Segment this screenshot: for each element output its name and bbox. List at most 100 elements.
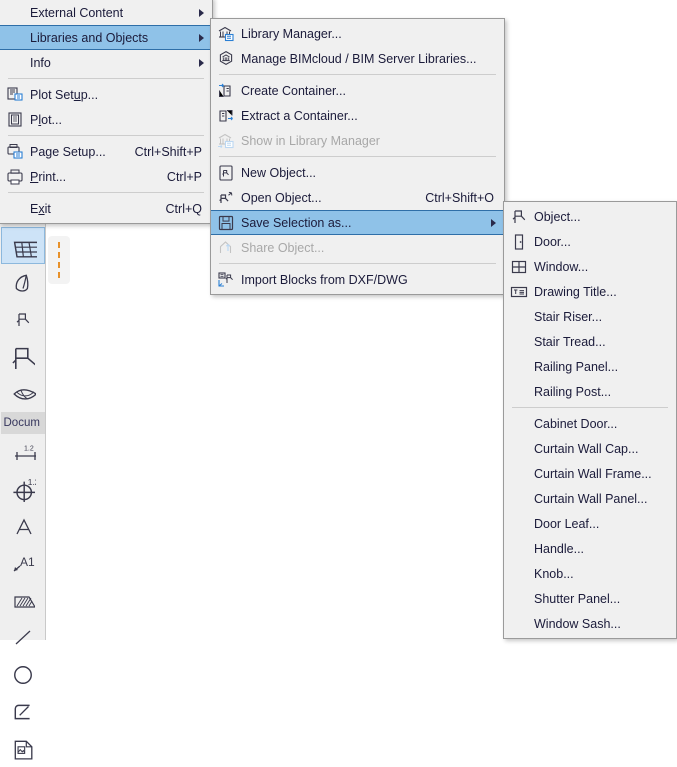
- figure-image-icon: [12, 738, 34, 760]
- menu-item-label: Create Container...: [241, 83, 346, 98]
- menu-item-label: Info: [30, 55, 51, 70]
- menu-item-label: Object...: [534, 209, 581, 224]
- mesh-grid-icon: [9, 234, 37, 258]
- menu-icon-empty: [504, 412, 534, 436]
- menu-item-label: Curtain Wall Panel...: [534, 491, 648, 506]
- menu-item-label: Manage BIMcloud / BIM Server Libraries..…: [241, 51, 477, 66]
- menu-item-manage-bimcloud[interactable]: Manage BIMcloud / BIM Server Libraries..…: [211, 46, 504, 71]
- menu-item-label: Library Manager...: [241, 26, 342, 41]
- menu-item-door-leaf[interactable]: Door Leaf...: [504, 511, 676, 536]
- menu-item-new-object[interactable]: New Object...: [211, 160, 504, 185]
- menu-item-label: Show in Library Manager: [241, 133, 380, 148]
- menu-item-shutter-panel[interactable]: Shutter Panel...: [504, 586, 676, 611]
- morph-icon: [11, 272, 35, 294]
- window-icon: [504, 255, 534, 279]
- menu-item-exit[interactable]: Exit Ctrl+Q: [0, 196, 212, 221]
- menu-icon-empty: [504, 612, 534, 636]
- menu-item-page-setup[interactable]: Page Setup... Ctrl+Shift+P: [0, 139, 212, 164]
- collapsed-palette-handle[interactable]: [48, 236, 70, 284]
- menu-item-curtain-wall-cap[interactable]: Curtain Wall Cap...: [504, 436, 676, 461]
- menu-item-external-content[interactable]: External Content: [0, 0, 212, 25]
- menu-item-label: Cabinet Door...: [534, 416, 618, 431]
- label-a1-icon: A1: [10, 554, 36, 574]
- menu-item-libraries-objects[interactable]: Libraries and Objects: [0, 25, 212, 50]
- menu-item-create-container[interactable]: Create Container...: [211, 78, 504, 103]
- menu-item-save-selection-as[interactable]: Save Selection as...: [211, 210, 504, 235]
- menu-item-label: Print...: [30, 169, 67, 184]
- tool-figure[interactable]: [1, 730, 45, 767]
- menu-separator: [8, 78, 204, 79]
- new-object-icon: [211, 161, 241, 185]
- menu-item-label: Handle...: [534, 541, 585, 556]
- menu-item-library-manager[interactable]: Library Manager...: [211, 21, 504, 46]
- menu-item-label: Railing Panel...: [534, 359, 619, 374]
- open-object-icon: [211, 186, 241, 210]
- tool-roof-surface[interactable]: [1, 375, 45, 412]
- tool-dimension[interactable]: 1.2: [1, 434, 45, 471]
- menu-item-drawing-title[interactable]: Drawing Title...: [504, 279, 676, 304]
- menu-item-info[interactable]: Info: [0, 50, 212, 75]
- menu-item-print[interactable]: Print... Ctrl+P: [0, 164, 212, 189]
- page-setup-icon: [0, 140, 30, 164]
- libraries-and-objects-submenu[interactable]: Library Manager... Manage BIMcloud / BIM …: [210, 18, 505, 295]
- menu-item-object[interactable]: Object...: [504, 204, 676, 229]
- menu-item-label: Save Selection as...: [241, 215, 352, 230]
- plot-setup-icon: [0, 83, 30, 107]
- menu-icon-empty: [504, 587, 534, 611]
- tool-label[interactable]: A1: [1, 545, 45, 582]
- menu-item-plot[interactable]: Plot...: [0, 107, 212, 132]
- menu-item-import-blocks[interactable]: Import Blocks from DXF/DWG: [211, 267, 504, 292]
- menu-item-label: Railing Post...: [534, 384, 612, 399]
- menu-item-shortcut: Ctrl+P: [166, 169, 202, 184]
- menu-item-label: Door Leaf...: [534, 516, 600, 531]
- text-a-icon: [12, 517, 34, 537]
- tool-circle[interactable]: [1, 656, 45, 693]
- menu-item-plot-setup[interactable]: Plot Setup...: [0, 82, 212, 107]
- tool-morph[interactable]: [1, 264, 45, 301]
- menu-item-cabinet-door[interactable]: Cabinet Door...: [504, 411, 676, 436]
- svg-text:1.2: 1.2: [27, 478, 35, 487]
- menu-item-window[interactable]: Window...: [504, 254, 676, 279]
- toolbar-top-group: Docum: [0, 190, 45, 434]
- hatch-fill-icon: [11, 591, 35, 611]
- menu-item-curtain-wall-frame[interactable]: Curtain Wall Frame...: [504, 461, 676, 486]
- menu-item-show-in-library-manager: Show in Library Manager: [211, 128, 504, 153]
- menu-item-label: Open Object...: [241, 190, 322, 205]
- menu-item-extract-container[interactable]: Extract a Container...: [211, 103, 504, 128]
- submenu-arrow-icon: [199, 33, 204, 42]
- toolbar-document-group: 1.2 1.2 A1: [0, 434, 45, 767]
- menu-item-railing-post[interactable]: Railing Post...: [504, 379, 676, 404]
- extract-container-icon: [211, 104, 241, 128]
- menu-icon-empty: [504, 487, 534, 511]
- menu-item-curtain-wall-panel[interactable]: Curtain Wall Panel...: [504, 486, 676, 511]
- menu-item-label: Door...: [534, 234, 571, 249]
- tool-radial-dimension[interactable]: 1.2: [1, 471, 45, 508]
- menu-item-window-sash[interactable]: Window Sash...: [504, 611, 676, 636]
- menu-item-stair-tread[interactable]: Stair Tread...: [504, 329, 676, 354]
- tool-polyline[interactable]: [1, 693, 45, 730]
- menu-separator: [219, 74, 496, 75]
- menu-item-label: Window Sash...: [534, 616, 621, 631]
- tool-line[interactable]: [1, 619, 45, 656]
- plotter-icon: [0, 108, 30, 132]
- menu-item-door[interactable]: Door...: [504, 229, 676, 254]
- menu-item-label: Plot...: [30, 112, 62, 127]
- tool-text[interactable]: [1, 508, 45, 545]
- menu-item-open-object[interactable]: Open Object... Ctrl+Shift+O: [211, 185, 504, 210]
- tool-fill[interactable]: [1, 582, 45, 619]
- menu-icon-empty: [0, 197, 30, 221]
- file-menu[interactable]: External Content Libraries and Objects Inf…: [0, 0, 213, 224]
- menu-item-knob[interactable]: Knob...: [504, 561, 676, 586]
- menu-icon-empty: [504, 437, 534, 461]
- menu-separator: [512, 407, 668, 408]
- menu-item-stair-riser[interactable]: Stair Riser...: [504, 304, 676, 329]
- menu-item-railing-panel[interactable]: Railing Panel...: [504, 354, 676, 379]
- object-chair-icon: [504, 205, 534, 229]
- tool-object[interactable]: [1, 301, 45, 338]
- toolbar-section-label: Docum: [0, 412, 45, 434]
- menu-item-handle[interactable]: Handle...: [504, 536, 676, 561]
- tool-door[interactable]: [1, 338, 45, 375]
- menu-separator: [8, 135, 204, 136]
- save-selection-as-submenu[interactable]: Object... Door... Window... Drawing Title..…: [503, 201, 677, 639]
- tool-mesh[interactable]: [0, 227, 45, 264]
